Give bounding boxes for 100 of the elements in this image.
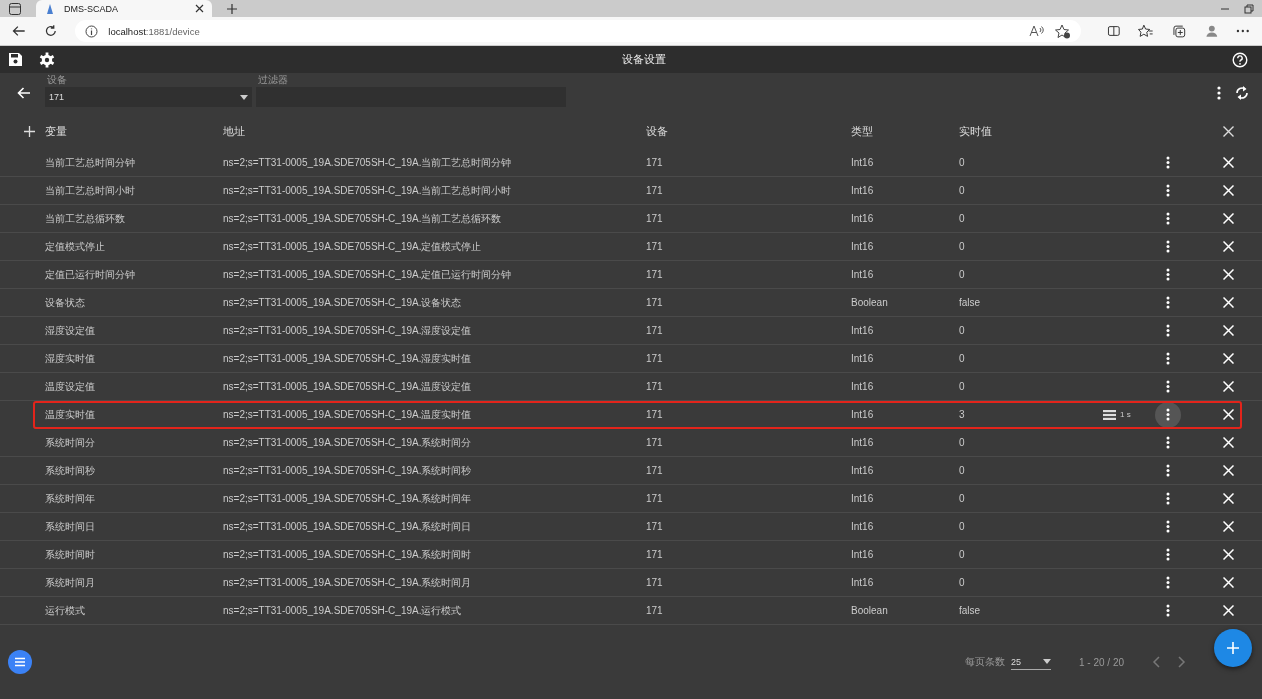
- delete-icon[interactable]: [1223, 213, 1234, 224]
- dropdown-caret-icon: [240, 94, 248, 100]
- delete-icon[interactable]: [1223, 325, 1234, 336]
- read-aloud-icon[interactable]: [1028, 24, 1045, 38]
- field-label: 过滤器: [257, 73, 289, 87]
- delete-icon[interactable]: [1223, 465, 1234, 476]
- table-cell-text: 0: [959, 353, 966, 364]
- delete-icon[interactable]: [1223, 297, 1234, 308]
- delete-icon[interactable]: [1223, 549, 1234, 560]
- more-vertical-icon[interactable]: [1217, 86, 1221, 100]
- table-cell-text: ns=2;s=TT31-0005_19A.SDE705SH-C_19A.系统时间月: [223, 575, 473, 590]
- table-cell-text: 0: [959, 325, 966, 336]
- delete-icon[interactable]: [1223, 521, 1234, 532]
- table-cell-text: 定值已运行时间分钟: [45, 267, 136, 282]
- split-screen-icon[interactable]: [1106, 24, 1121, 38]
- reload-icon[interactable]: [43, 24, 58, 38]
- table-cell-text: ns=2;s=TT31-0005_19A.SDE705SH-C_19A.当前工艺总时间分钟: [223, 155, 513, 170]
- table-row[interactable]: 湿度设定值 ns=2;s=TT31-0005_19A.SDE705SH-C_19A.湿度设定值 171 Int16 0: [0, 317, 1262, 345]
- refresh-icon[interactable]: [1235, 85, 1249, 101]
- table-row[interactable]: 定值已运行时间分钟 ns=2;s=TT31-0005_19A.SDE705SH-C_19A.定值已运行时间分钟 171 Int16 0: [0, 261, 1262, 289]
- table-cell-text: 当前工艺总时间分钟: [45, 155, 136, 170]
- table-row[interactable]: 定值模式停止 ns=2;s=TT31-0005_19A.SDE705SH-C_19A.定值模式停止 171 Int16 0: [0, 233, 1262, 261]
- save-icon[interactable]: [8, 52, 23, 67]
- table-row[interactable]: 当前工艺总循环数 ns=2;s=TT31-0005_19A.SDE705SH-C_19A.当前工艺总循环数 171 Int16 0: [0, 205, 1262, 233]
- table-row[interactable]: 系统时间年 ns=2;s=TT31-0005_19A.SDE705SH-C_19A.系统时间年 171 Int16 0: [0, 485, 1262, 513]
- table-cell-text: 温度设定值: [45, 379, 96, 394]
- favorites-icon[interactable]: [1138, 24, 1155, 38]
- more-vertical-icon: [1166, 296, 1170, 309]
- table-row[interactable]: 系统时间秒 ns=2;s=TT31-0005_19A.SDE705SH-C_19A.系统时间秒 171 Int16 0: [0, 457, 1262, 485]
- table-cell-text: 系统时间时: [45, 547, 96, 562]
- close-icon[interactable]: [195, 4, 204, 13]
- more-vertical-icon: [1166, 408, 1170, 421]
- more-icon[interactable]: [1236, 29, 1250, 33]
- page-size-label: 每页条数: [964, 655, 1005, 669]
- table-row[interactable]: 系统时间日 ns=2;s=TT31-0005_19A.SDE705SH-C_19A.系统时间日 171 Int16 0: [0, 513, 1262, 541]
- delete-icon[interactable]: [1223, 353, 1234, 364]
- table-cell-text: 171: [646, 549, 664, 560]
- table-cell-text: Int16: [851, 381, 875, 392]
- table-cell-text: Int16: [851, 325, 875, 336]
- restore-icon[interactable]: [1244, 3, 1254, 14]
- delete-icon[interactable]: [1223, 409, 1234, 420]
- table-row[interactable]: 湿度实时值 ns=2;s=TT31-0005_19A.SDE705SH-C_19A.湿度实时值 171 Int16 0: [0, 345, 1262, 373]
- more-vertical-icon: [1166, 380, 1170, 393]
- next-page-icon[interactable]: [1178, 656, 1186, 668]
- table-cell-text: ns=2;s=TT31-0005_19A.SDE705SH-C_19A.定值已运行时间分钟: [223, 267, 513, 282]
- back-icon[interactable]: [12, 24, 26, 38]
- address-bar[interactable]: localhost:1881/device: [75, 20, 1081, 42]
- column-header: 类型: [851, 123, 874, 139]
- list-icon: [1103, 409, 1116, 420]
- table-cell-text: ns=2;s=TT31-0005_19A.SDE705SH-C_19A.系统时间年: [223, 491, 473, 506]
- row-menu-button[interactable]: [1155, 401, 1181, 428]
- favorite-star-icon[interactable]: [1054, 23, 1071, 39]
- delete-icon[interactable]: [1223, 241, 1234, 252]
- table-cell-text: 171: [646, 325, 664, 336]
- table-cell-text: ns=2;s=TT31-0005_19A.SDE705SH-C_19A.设备状态: [223, 295, 463, 310]
- profile-icon[interactable]: [1204, 24, 1219, 38]
- new-tab-icon[interactable]: [226, 2, 238, 15]
- table-row[interactable]: 系统时间时 ns=2;s=TT31-0005_19A.SDE705SH-C_19A.系统时间时 171 Int16 0: [0, 541, 1262, 569]
- delete-icon[interactable]: [1223, 185, 1234, 196]
- table-row[interactable]: 当前工艺总时间小时 ns=2;s=TT31-0005_19A.SDE705SH-C_19A.当前工艺总时间小时 171 Int16 0: [0, 177, 1262, 205]
- back-arrow-icon[interactable]: [17, 86, 31, 100]
- table-row[interactable]: 温度设定值 ns=2;s=TT31-0005_19A.SDE705SH-C_19A.温度设定值 171 Int16 0: [0, 373, 1262, 401]
- delete-icon[interactable]: [1223, 269, 1234, 280]
- table-cell-text: Int16: [851, 493, 875, 504]
- table-row[interactable]: 温度实时值 ns=2;s=TT31-0005_19A.SDE705SH-C_19A.温度实时值 171 Int16 3 1 s: [33, 401, 1242, 429]
- delete-icon[interactable]: [1223, 577, 1234, 588]
- delete-icon[interactable]: [1223, 381, 1234, 392]
- table-cell-text: 171: [646, 353, 664, 364]
- menu-button-icon[interactable]: [8, 650, 32, 674]
- more-vertical-icon: [1166, 240, 1170, 253]
- table-cell-text: 0: [959, 437, 966, 448]
- more-vertical-icon: [1166, 268, 1170, 281]
- table-cell-text: 当前工艺总循环数: [45, 211, 126, 226]
- dropdown-caret-icon: [1042, 659, 1051, 664]
- delete-icon[interactable]: [1223, 605, 1234, 616]
- table-row[interactable]: 设备状态 ns=2;s=TT31-0005_19A.SDE705SH-C_19A.设备状态 171 Boolean false: [0, 289, 1262, 317]
- browser-tab[interactable]: DMS-SCADA: [36, 0, 212, 17]
- collections-icon[interactable]: [1172, 23, 1187, 39]
- table-row[interactable]: 当前工艺总时间分钟 ns=2;s=TT31-0005_19A.SDE705SH-C_19A.当前工艺总时间分钟 171 Int16 0: [0, 149, 1262, 177]
- table-cell-text: ns=2;s=TT31-0005_19A.SDE705SH-C_19A.系统时间时: [223, 547, 473, 562]
- add-icon[interactable]: [24, 125, 35, 137]
- more-vertical-icon: [1166, 492, 1170, 505]
- delete-icon[interactable]: [1223, 437, 1234, 448]
- previous-page-icon[interactable]: [1152, 656, 1160, 668]
- page-size-select[interactable]: 25: [1010, 654, 1051, 670]
- table-row[interactable]: 系统时间分 ns=2;s=TT31-0005_19A.SDE705SH-C_19A.系统时间分 171 Int16 0: [0, 429, 1262, 457]
- table-cell-text: 0: [959, 157, 966, 168]
- table-row[interactable]: 运行模式 ns=2;s=TT31-0005_19A.SDE705SH-C_19A.运行模式 171 Boolean false: [0, 597, 1262, 625]
- add-button[interactable]: [1214, 629, 1252, 667]
- tab-actions-icon[interactable]: [8, 1, 22, 16]
- add-icon: [1227, 642, 1239, 654]
- delete-icon[interactable]: [1223, 493, 1234, 504]
- info-icon: [85, 24, 99, 38]
- device-select[interactable]: 171: [45, 87, 252, 107]
- field-label: 设备: [46, 73, 68, 87]
- table-cell-text: 系统时间秒: [45, 463, 96, 478]
- delete-icon[interactable]: [1223, 157, 1234, 168]
- table-row[interactable]: 系统时间月 ns=2;s=TT31-0005_19A.SDE705SH-C_19A.系统时间月 171 Int16 0: [0, 569, 1262, 597]
- help-icon[interactable]: [1232, 51, 1248, 68]
- settings-icon[interactable]: [39, 51, 55, 68]
